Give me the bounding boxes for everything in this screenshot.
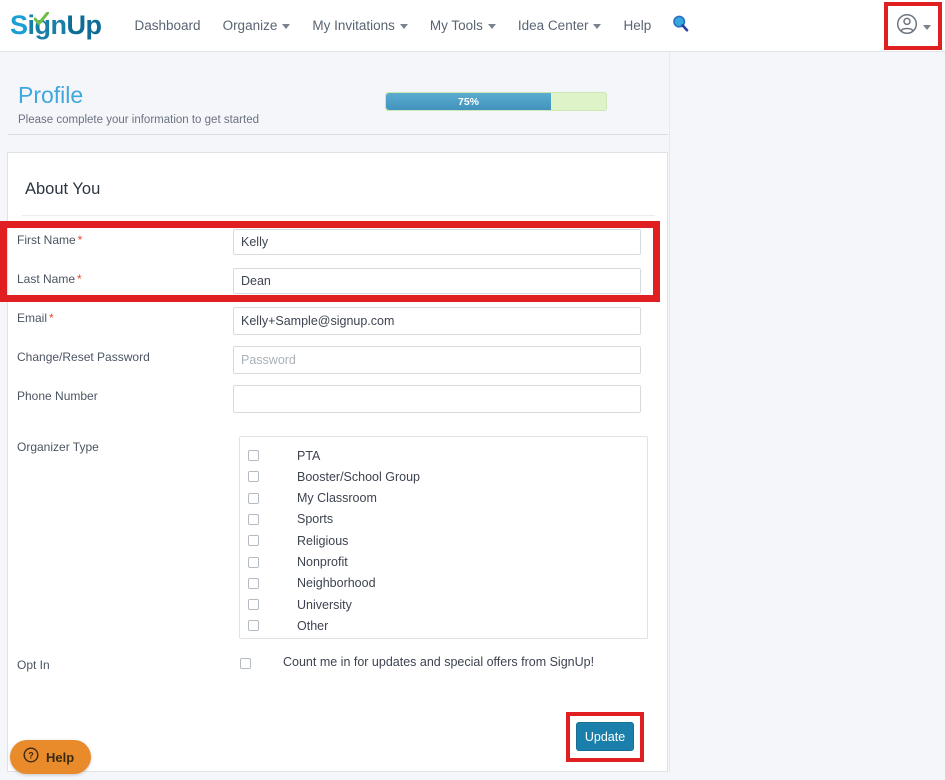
- label-last-name: Last Name *: [17, 273, 82, 285]
- checkbox-icon[interactable]: [248, 492, 259, 504]
- organizer-option-other[interactable]: Other: [248, 615, 328, 636]
- page-background-right: [669, 52, 945, 780]
- organizer-option-label: University: [297, 597, 352, 612]
- organizer-option-sports[interactable]: Sports: [248, 509, 333, 530]
- checkbox-icon[interactable]: [248, 620, 259, 632]
- card-title: About You: [25, 180, 101, 198]
- nav-label-idea-center: Idea Center: [517, 18, 589, 33]
- chevron-down-icon: [487, 24, 496, 29]
- last-name-input[interactable]: [233, 268, 641, 294]
- label-text: Organizer Type: [17, 440, 99, 454]
- nav-item-dashboard[interactable]: Dashboard: [124, 18, 212, 33]
- password-input[interactable]: [233, 346, 641, 374]
- organizer-option-label: Sports: [297, 512, 334, 527]
- organizer-option-university[interactable]: University: [248, 594, 352, 615]
- label-text: Last Name: [17, 272, 76, 286]
- organizer-option-my-classroom[interactable]: My Classroom: [248, 488, 377, 509]
- checkbox-icon[interactable]: [248, 471, 259, 483]
- phone-number-input[interactable]: [233, 385, 641, 413]
- checkbox-icon[interactable]: [248, 556, 259, 568]
- header-divider: [8, 134, 668, 135]
- email-input[interactable]: [233, 307, 641, 335]
- required-marker: *: [77, 272, 82, 286]
- label-text: First Name: [17, 233, 76, 247]
- organizer-option-booster-school-group[interactable]: Booster/School Group: [248, 466, 420, 487]
- required-marker: *: [77, 233, 83, 247]
- nav-label-my-tools: My Tools: [429, 18, 483, 33]
- checkbox-icon[interactable]: [248, 450, 259, 461]
- progress-percent-label: 75%: [457, 95, 479, 108]
- organizer-option-label: Other: [297, 618, 329, 633]
- organizer-option-label: Neighborhood: [297, 576, 376, 591]
- account-menu-button[interactable]: [896, 13, 931, 40]
- search-icon: [672, 15, 689, 37]
- question-circle-icon: ?: [23, 746, 39, 768]
- profile-completion-progress-bar: 75%: [385, 92, 607, 111]
- checkbox-icon[interactable]: [248, 535, 259, 547]
- card-divider: [22, 215, 655, 216]
- nav-label-organize: Organize: [222, 18, 278, 33]
- nav-item-idea-center[interactable]: Idea Center: [507, 18, 613, 33]
- label-text: Change/Reset Password: [17, 350, 150, 364]
- label-change-reset-password: Change/Reset Password: [17, 351, 150, 363]
- progress-bar-fill: 75%: [386, 93, 551, 110]
- label-opt-in: Opt In: [17, 659, 50, 671]
- svg-text:?: ?: [28, 750, 34, 760]
- logo-text-s: S: [10, 10, 28, 40]
- logo-text-up: Up: [66, 10, 103, 40]
- nav-links: Dashboard Organize My Invitations My Too…: [124, 15, 700, 37]
- label-first-name: First Name *: [17, 234, 82, 246]
- organizer-option-religious[interactable]: Religious: [248, 530, 348, 551]
- label-phone-number: Phone Number: [17, 390, 98, 402]
- nav-item-my-tools[interactable]: My Tools: [419, 18, 507, 33]
- organizer-option-label: Religious: [297, 533, 349, 548]
- nav-item-help[interactable]: Help: [612, 18, 662, 33]
- nav-item-my-invitations[interactable]: My Invitations: [301, 18, 419, 33]
- opt-in-checkbox[interactable]: [240, 658, 251, 669]
- organizer-option-label: PTA: [297, 448, 321, 463]
- organizer-option-label: My Classroom: [297, 491, 377, 506]
- chevron-down-icon: [282, 24, 291, 29]
- chevron-down-icon: [923, 25, 931, 30]
- chevron-down-icon: [593, 24, 602, 29]
- label-text: Phone Number: [17, 389, 98, 403]
- page-background-bottom: [0, 772, 945, 780]
- required-marker: *: [49, 311, 54, 325]
- opt-in-text: Count me in for updates and special offe…: [283, 655, 595, 669]
- checkbox-icon[interactable]: [248, 513, 259, 525]
- nav-label-dashboard: Dashboard: [134, 18, 201, 33]
- search-button[interactable]: [662, 15, 699, 37]
- organizer-option-label: Nonprofit: [297, 555, 348, 569]
- label-text: Email: [17, 311, 48, 325]
- nav-item-organize[interactable]: Organize: [212, 18, 302, 33]
- update-button[interactable]: Update: [576, 722, 634, 751]
- user-avatar-icon: [896, 13, 918, 40]
- checkbox-icon[interactable]: [248, 599, 259, 611]
- page-subtitle: Please complete your information to get …: [18, 114, 259, 126]
- label-text: Opt In: [17, 658, 50, 672]
- checkbox-icon[interactable]: [248, 577, 259, 589]
- organizer-option-label: Booster/School Group: [297, 469, 420, 484]
- green-checkmark-icon: [33, 3, 50, 26]
- nav-label-help: Help: [623, 18, 652, 33]
- label-email: Email *: [17, 312, 54, 324]
- help-widget-button[interactable]: ? Help: [10, 740, 92, 774]
- first-name-input[interactable]: [233, 229, 641, 255]
- nav-label-my-invitations: My Invitations: [312, 18, 395, 33]
- chevron-down-icon: [399, 24, 408, 29]
- page-title: Profile: [18, 82, 84, 108]
- organizer-option-pta[interactable]: PTA: [248, 445, 320, 466]
- signup-logo[interactable]: SignUp: [10, 10, 103, 40]
- top-navigation-bar: SignUp Dashboard Organize My Invitations…: [0, 0, 945, 52]
- label-organizer-type: Organizer Type: [17, 441, 99, 453]
- organizer-option-neighborhood[interactable]: Neighborhood: [248, 573, 376, 594]
- help-widget-label: Help: [46, 749, 75, 765]
- organizer-type-list: PTA Booster/School Group My Classroom Sport…: [239, 436, 648, 639]
- organizer-option-nonprofit[interactable]: Nonprofit: [248, 552, 348, 573]
